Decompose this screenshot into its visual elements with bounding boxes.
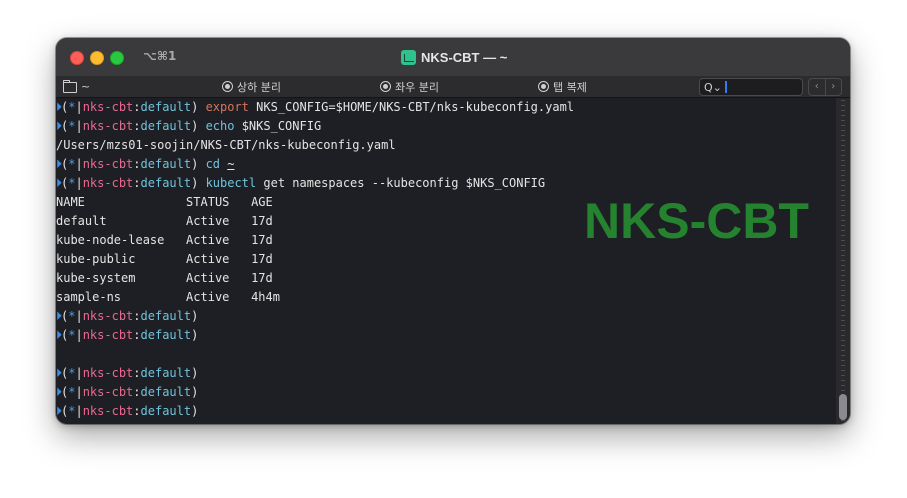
search-field[interactable]: Q⌄ (699, 78, 803, 96)
previous-match-button[interactable]: ‹ (809, 79, 825, 95)
terminal-prompt: ⏵(*|nks-cbt:default) (56, 383, 198, 402)
window-title: NKS-CBT — ~ (401, 48, 507, 66)
table-row: kube-node-lease Active 17d (56, 233, 273, 247)
next-match-button[interactable]: › (824, 79, 842, 95)
vertical-scrollbar[interactable] (836, 98, 850, 424)
zoom-button[interactable] (110, 51, 124, 65)
split-vertical-button[interactable]: 상하 분리 (222, 78, 281, 95)
folder-icon (63, 79, 77, 93)
close-button[interactable] (70, 51, 84, 65)
terminal-line: ⏵(*|nks-cbt:default) echo $NKS_CONFIG (56, 117, 321, 136)
terminal-prompt: ⏵(*|nks-cbt:default) (56, 326, 198, 345)
split-vertical-label: 상하 분리 (237, 80, 281, 94)
window-title-text: NKS-CBT — ~ (421, 49, 508, 65)
table-row: kube-system Active 17d (56, 271, 273, 285)
scroll-thumb[interactable] (839, 394, 847, 420)
split-horizontal-button[interactable]: 좌우 분리 (380, 78, 439, 95)
terminal-line: ⏵(*|nks-cbt:default) export NKS_CONFIG=$… (56, 98, 574, 117)
directory-label: ~ (81, 80, 91, 93)
directory-button[interactable]: ~ (63, 78, 90, 95)
split-horizontal-icon (380, 81, 391, 92)
terminal-line: ⏵(*|nks-cbt:default) kubectl get namespa… (56, 174, 545, 193)
search-icon: Q⌄ (704, 80, 722, 94)
terminal-prompt: ⏵(*|nks-cbt:default) (56, 402, 198, 421)
duplicate-tab-label: 탭 복제 (553, 80, 587, 94)
terminal-app-icon (401, 49, 416, 65)
search-navigation: ‹ › (808, 78, 842, 96)
table-row: kube-public Active 17d (56, 252, 273, 266)
scroll-markers (841, 100, 845, 422)
terminal-output: /Users/mzs01-soojin/NKS-CBT/nks-kubeconf… (56, 138, 396, 152)
window-shortcut: ⌥⌘1 (143, 49, 177, 63)
table-row: default Active 17d (56, 214, 273, 228)
split-vertical-icon (222, 81, 233, 92)
nks-cbt-watermark: NKS-CBT (584, 193, 809, 249)
text-cursor (724, 81, 727, 93)
terminal-window: ⌥⌘1 NKS-CBT — ~ ~ 상하 분리 좌우 분리 탭 복제 Q⌄ ‹ … (56, 38, 850, 424)
title-bar[interactable]: ⌥⌘1 NKS-CBT — ~ (56, 38, 850, 76)
terminal-prompt: ⏵(*|nks-cbt:default) (56, 364, 198, 383)
terminal-prompt: ⏵(*|nks-cbt:default) (56, 307, 198, 326)
table-row: sample-ns Active 4h4m (56, 290, 280, 304)
terminal-content[interactable]: ⏵(*|nks-cbt:default) export NKS_CONFIG=$… (56, 98, 836, 424)
minimize-button[interactable] (90, 51, 104, 65)
table-header: NAME STATUS AGE (56, 195, 273, 209)
terminal-line: ⏵(*|nks-cbt:default) cd ~ (56, 155, 234, 174)
duplicate-tab-icon (538, 81, 549, 92)
split-horizontal-label: 좌우 분리 (395, 80, 439, 94)
duplicate-tab-button[interactable]: 탭 복제 (538, 78, 587, 95)
